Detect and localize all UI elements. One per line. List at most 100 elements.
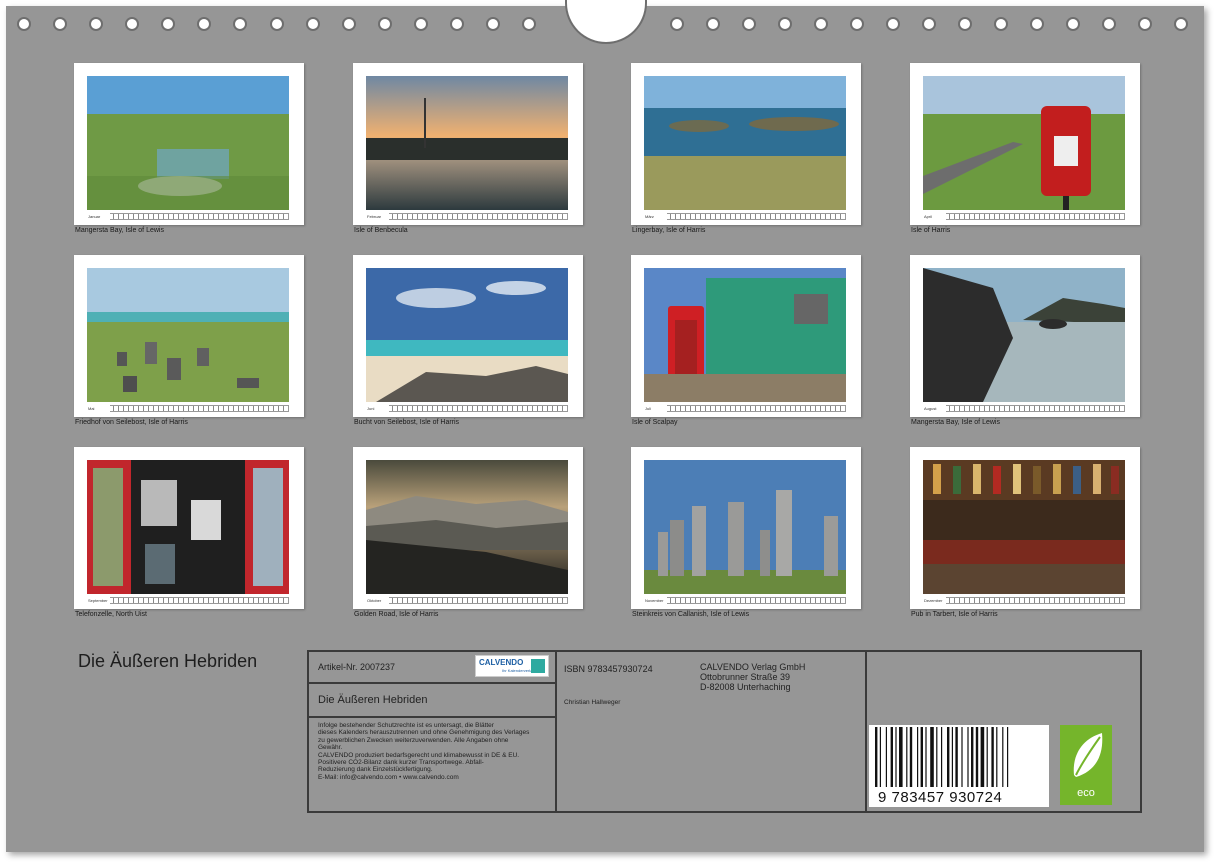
isbn: ISBN 9783457930724 xyxy=(564,664,653,674)
month-card-september[interactable]: September xyxy=(74,447,304,609)
barcode-bar xyxy=(906,727,908,787)
binding-hole xyxy=(161,17,175,31)
photo-caption: Pub in Tarbert, Isle of Harris xyxy=(911,611,998,618)
photo-caption: Golden Road, Isle of Harris xyxy=(354,611,439,618)
photo-caption: Mangersta Bay, Isle of Lewis xyxy=(911,419,1000,426)
month-card-january[interactable]: Januar xyxy=(74,63,304,225)
photo-july xyxy=(644,268,846,402)
barcode-bar xyxy=(986,727,988,787)
leaf-icon xyxy=(1073,733,1103,777)
calendar-strip xyxy=(87,405,289,412)
month-card-may[interactable]: Mai xyxy=(74,255,304,417)
binding-hole xyxy=(522,17,536,31)
binding-hole xyxy=(886,17,900,31)
month-label: April xyxy=(923,212,946,221)
barcode-number: 9 783457 930724 xyxy=(878,789,1003,806)
legal-line: Positivere CO2-Bilanz dank kurzer Transp… xyxy=(318,759,484,767)
photo-caption: Bucht von Seilebost, Isle of Harris xyxy=(354,419,460,426)
photo-may xyxy=(87,268,289,402)
month-card-december[interactable]: Dezember xyxy=(910,447,1140,609)
month-label: September xyxy=(87,596,110,605)
photo-caption: Lingerbay, Isle of Harris xyxy=(632,227,706,234)
binding-hole xyxy=(450,17,464,31)
month-label: August xyxy=(923,404,946,413)
binding-hole xyxy=(378,17,392,31)
barcode-bar xyxy=(936,727,938,787)
calendar-strip xyxy=(644,405,846,412)
binding-hole xyxy=(1030,17,1044,31)
month-label: November xyxy=(644,596,667,605)
photo-caption: Mangersta Bay, Isle of Lewis xyxy=(75,227,164,234)
binding-hole xyxy=(233,17,247,31)
binding-hole xyxy=(1174,17,1188,31)
imprint-middle-column: ISBN 9783457930724 CALVENDO Verlag GmbH … xyxy=(555,652,867,811)
month-card-november[interactable]: November xyxy=(631,447,861,609)
binding-hole xyxy=(17,17,31,31)
binding-hole xyxy=(306,17,320,31)
calendar-strip xyxy=(923,405,1125,412)
calvendo-logo: CALVENDO Ihr Kalenderverlag xyxy=(475,655,549,677)
month-card-april[interactable]: April xyxy=(910,63,1140,225)
month-card-august[interactable]: August xyxy=(910,255,1140,417)
photo-january xyxy=(87,76,289,210)
month-card-february[interactable]: Februar xyxy=(353,63,583,225)
eco-label: eco xyxy=(1077,787,1095,799)
author: Christian Hallweger xyxy=(564,699,621,706)
photo-june xyxy=(366,268,568,402)
publisher-line: CALVENDO Verlag GmbH xyxy=(700,662,806,672)
calendar-strip xyxy=(366,405,568,412)
barcode-bar xyxy=(875,727,878,787)
month-card-july[interactable]: Juli xyxy=(631,255,861,417)
imprint-left-column: Artikel-Nr. 2007237 CALVENDO Ihr Kalende… xyxy=(309,652,557,811)
calendar-strip xyxy=(923,213,1125,220)
photo-october xyxy=(366,460,568,594)
barcode-bar xyxy=(980,727,985,787)
barcode-bar xyxy=(1007,727,1009,787)
barcode-bar xyxy=(925,727,927,787)
barcode-bar xyxy=(971,727,974,787)
photo-april xyxy=(923,76,1125,210)
binding-hole xyxy=(270,17,284,31)
legal-line: Gewähr. xyxy=(318,744,343,752)
photo-february xyxy=(366,76,568,210)
binding-hole xyxy=(53,17,67,31)
barcode-bar xyxy=(917,727,919,787)
binding-hole xyxy=(778,17,792,31)
month-card-june[interactable]: Juni xyxy=(353,255,583,417)
binding-hole xyxy=(342,17,356,31)
barcode-bar xyxy=(1002,727,1004,787)
month-card-october[interactable]: Oktober xyxy=(353,447,583,609)
binding-hole xyxy=(958,17,972,31)
legal-line: E-Mail: info@calvendo.com • www.calvendo… xyxy=(318,773,459,781)
photo-december xyxy=(923,460,1125,594)
imprint-title: Die Äußeren Hebriden xyxy=(318,694,428,706)
barcode-bar xyxy=(996,727,998,787)
legal-text: Infolge bestehender Schutzrechte ist es … xyxy=(318,722,554,781)
legal-line: Infolge bestehender Schutzrechte ist es … xyxy=(318,722,494,729)
month-card-march[interactable]: März xyxy=(631,63,861,225)
barcode-bar xyxy=(920,727,923,787)
title-row: Die Äußeren Hebriden xyxy=(309,684,555,718)
binding-hole xyxy=(125,17,139,31)
month-label: Dezember xyxy=(923,596,946,605)
calendar-strip xyxy=(366,213,568,220)
barcode-bar xyxy=(930,727,934,787)
photo-caption: Telefonzelle, North Uist xyxy=(75,611,147,618)
photo-september xyxy=(87,460,289,594)
binding-hole xyxy=(1066,17,1080,31)
barcode-bar xyxy=(967,727,969,787)
binding-hole xyxy=(742,17,756,31)
barcode-bars-icon xyxy=(875,727,1009,787)
photo-caption: Steinkreis von Callanish, Isle of Lewis xyxy=(632,611,750,618)
calendar-strip xyxy=(644,213,846,220)
photo-caption: Isle of Scalpay xyxy=(632,419,678,426)
binding-hole xyxy=(486,17,500,31)
binding-hole xyxy=(414,17,428,31)
binding-hole xyxy=(814,17,828,31)
photo-november xyxy=(644,460,846,594)
barcode-bar xyxy=(947,727,950,787)
month-label: Februar xyxy=(366,212,389,221)
binding-hole xyxy=(706,17,720,31)
publisher-line: Ottobrunner Straße 39 xyxy=(700,672,791,682)
article-row: Artikel-Nr. 2007237 CALVENDO Ihr Kalende… xyxy=(309,652,555,684)
